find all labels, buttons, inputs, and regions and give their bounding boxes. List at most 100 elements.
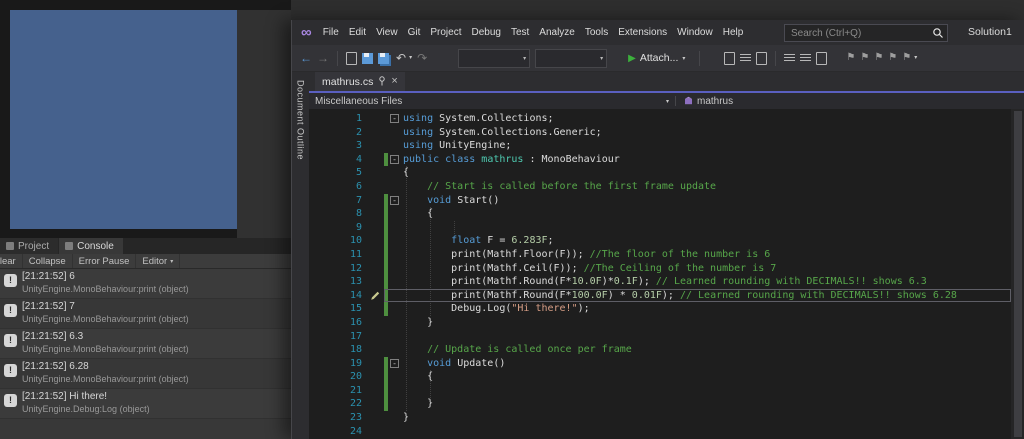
previous-bookmark-in-folder-icon[interactable]: ⚑ [888, 53, 897, 63]
code-line-8[interactable]: 8 { [309, 207, 1011, 221]
menu-test[interactable]: Test [506, 20, 534, 45]
undo-icon[interactable]: ↶ [396, 52, 406, 64]
code-text[interactable]: { [403, 166, 1011, 180]
log-entry[interactable]: ! [21:21:52] 7 UnityEngine.MonoBehaviour:p… [0, 299, 291, 329]
code-line-16[interactable]: 16 } [309, 316, 1011, 330]
code-text[interactable]: { [403, 207, 1011, 221]
code-text[interactable]: } [403, 397, 1011, 411]
code-text[interactable]: // Start is called before the first fram… [403, 180, 1011, 194]
pin-icon[interactable] [378, 73, 386, 91]
code-text[interactable]: print(Mathf.Floor(F)); //The floor of th… [403, 248, 1011, 262]
editor-button[interactable]: Editor ▾ [136, 254, 181, 268]
save-icon[interactable] [362, 52, 373, 64]
code-line-21[interactable]: 21 [309, 383, 1011, 398]
solution-configurations-dropdown[interactable]: ▾ [458, 48, 531, 68]
collapse-region-icon[interactable]: - [390, 195, 399, 205]
collapse-region-icon[interactable]: - [390, 114, 399, 123]
vertical-scrollbar[interactable] [1011, 109, 1024, 439]
clear-button[interactable]: Clear [0, 254, 23, 268]
menu-file[interactable]: File [318, 20, 344, 45]
code-line-23[interactable]: 23} [309, 411, 1011, 425]
code-line-5[interactable]: 5{ [309, 166, 1011, 180]
navigate-forward-icon[interactable]: → [317, 52, 329, 64]
code-line-4[interactable]: 4 - public class mathrus : MonoBehaviour [309, 152, 1011, 167]
code-text[interactable]: using System.Collections; [403, 112, 1011, 126]
menu-tools[interactable]: Tools [580, 20, 613, 45]
code-text[interactable]: void Update() [403, 357, 1011, 371]
menu-window[interactable]: Window [672, 20, 718, 45]
next-bookmark-icon[interactable]: ⚑ [874, 53, 883, 63]
menu-project[interactable]: Project [425, 20, 466, 45]
code-text[interactable]: print(Mathf.Round(F*100.0F) * 0.01F); //… [403, 289, 1011, 303]
code-line-19[interactable]: 19 - void Update() [309, 356, 1011, 371]
outdent-icon[interactable] [800, 53, 812, 63]
code-line-24[interactable]: 24 [309, 425, 1011, 439]
menu-view[interactable]: View [371, 20, 403, 45]
log-entry[interactable]: ! [21:21:52] Hi there! UnityEngine.Debug:L… [0, 389, 291, 419]
code-text[interactable]: public class mathrus : MonoBehaviour [403, 153, 1011, 167]
code-text[interactable]: using UnityEngine; [403, 139, 1011, 153]
sync-document-icon[interactable] [724, 51, 736, 65]
redo-icon[interactable]: ↷ [417, 52, 427, 64]
code-text[interactable]: Debug.Log("Hi there!"); [403, 302, 1011, 316]
code-text[interactable]: print(Mathf.Ceil(F)); //The Ceiling of t… [403, 262, 1011, 276]
code-line-20[interactable]: 20 { [309, 370, 1011, 384]
document-outline-tab[interactable]: Document Outline [292, 72, 310, 439]
tab-mathrus-cs[interactable]: mathrus.cs × [315, 72, 405, 91]
toggle-bookmark-icon[interactable]: ⚑ [846, 53, 855, 63]
menu-debug[interactable]: Debug [466, 20, 505, 45]
menu-git[interactable]: Git [403, 20, 426, 45]
attach-button[interactable]: ▶ Attach... ▾ [622, 48, 691, 68]
code-line-11[interactable]: 11 print(Mathf.Floor(F)); //The floor of… [309, 247, 1011, 262]
collapse-button[interactable]: Collapse [23, 254, 73, 268]
new-file-icon[interactable] [346, 51, 357, 65]
log-entry[interactable]: ! [21:21:52] 6.3 UnityEngine.MonoBehaviour… [0, 329, 291, 359]
log-entry[interactable]: ! [21:21:52] 6.28 UnityEngine.MonoBehaviou… [0, 359, 291, 389]
code-text[interactable] [403, 384, 1011, 398]
code-text[interactable]: float F = 6.283F; [403, 234, 1011, 248]
code-text[interactable]: } [403, 411, 1011, 425]
code-line-6[interactable]: 6 // Start is called before the first fr… [309, 180, 1011, 194]
code-text[interactable]: } [403, 316, 1011, 330]
code-line-18[interactable]: 18 // Update is called once per frame [309, 343, 1011, 357]
code-line-10[interactable]: 10 float F = 6.283F; [309, 234, 1011, 248]
search-icon[interactable] [929, 26, 947, 40]
search-box[interactable]: Search (Ctrl+Q) [784, 24, 948, 42]
error-pause-button[interactable]: Error Pause [73, 254, 137, 268]
next-bookmark-in-folder-icon[interactable]: ⚑ [902, 53, 911, 63]
code-text[interactable]: using System.Collections.Generic; [403, 126, 1011, 140]
tab-project[interactable]: Project [0, 238, 59, 254]
project-dropdown[interactable]: Miscellaneous Files ▾ [309, 93, 675, 109]
tab-console[interactable]: Console [59, 238, 123, 254]
code-line-7[interactable]: 7 - void Start() [309, 193, 1011, 208]
menu-edit[interactable]: Edit [344, 20, 371, 45]
code-line-12[interactable]: 12 print(Mathf.Ceil(F)); //The Ceiling o… [309, 261, 1011, 276]
menu-analyze[interactable]: Analyze [534, 20, 580, 45]
save-all-icon[interactable] [378, 52, 389, 64]
menu-extensions[interactable]: Extensions [613, 20, 672, 45]
properties-window-icon[interactable] [756, 51, 768, 65]
code-text[interactable] [403, 221, 1011, 235]
solution-platforms-dropdown[interactable]: ▾ [535, 48, 608, 68]
code-text[interactable]: void Start() [403, 194, 1011, 208]
code-text[interactable] [403, 425, 1011, 439]
undo-dropdown-icon[interactable]: ▾ [409, 55, 412, 61]
code-text[interactable]: // Update is called once per frame [403, 343, 1011, 357]
member-dropdown[interactable]: mathrus [676, 93, 733, 109]
menu-help[interactable]: Help [718, 20, 749, 45]
code-text[interactable] [403, 330, 1011, 344]
code-line-1[interactable]: 1 - using System.Collections; [309, 112, 1011, 126]
previous-bookmark-icon[interactable]: ⚑ [860, 53, 869, 63]
code-line-13[interactable]: 13 print(Mathf.Round(F*10.0F)*0.1F); // … [309, 275, 1011, 289]
code-text[interactable]: { [403, 370, 1011, 384]
code-line-3[interactable]: 3 using UnityEngine; [309, 139, 1011, 153]
toolbar-options-icon[interactable]: ▾ [914, 55, 917, 61]
code-text[interactable]: print(Mathf.Round(F*10.0F)*0.1F); // Lea… [403, 275, 1011, 289]
window-list-icon[interactable] [740, 53, 752, 63]
collapse-region-icon[interactable]: - [390, 154, 399, 164]
log-entry[interactable]: ! [21:21:52] 6 UnityEngine.MonoBehaviour:p… [0, 269, 291, 299]
code-line-22[interactable]: 22 } [309, 397, 1011, 412]
close-tab-icon[interactable]: × [391, 76, 397, 87]
scrollbar-thumb[interactable] [1014, 111, 1022, 437]
indent-icon[interactable] [784, 53, 796, 63]
